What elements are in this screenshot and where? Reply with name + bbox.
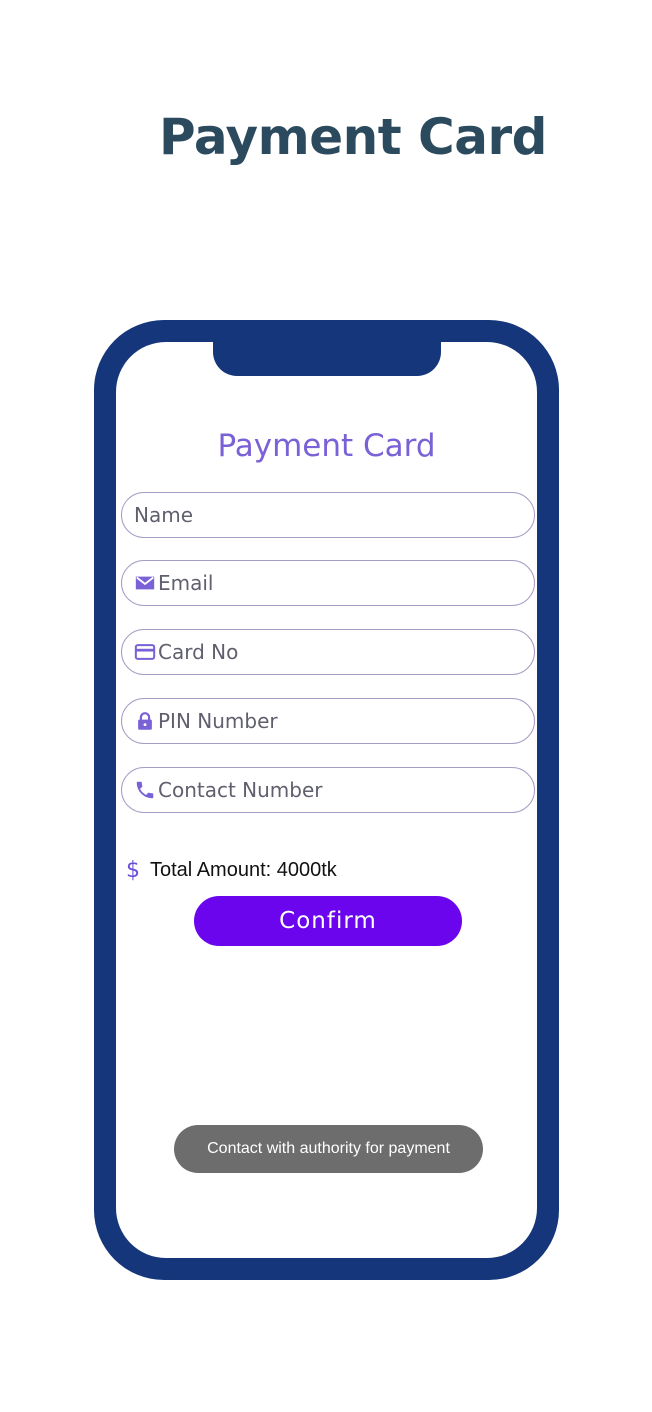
total-amount-label: Total Amount: 4000tk [150,859,337,881]
credit-card-icon [134,640,158,664]
name-placeholder: Name [134,503,194,527]
phone-screen: Payment Card Name Email Card No PIN Numb… [116,342,537,1258]
page-title: Payment Card [159,108,547,166]
pin-placeholder: PIN Number [158,709,278,733]
app-title: Payment Card [217,428,436,464]
mail-icon [134,571,158,595]
email-field[interactable]: Email [121,560,535,606]
confirm-button[interactable]: Confirm [194,896,462,946]
card-number-placeholder: Card No [158,640,239,664]
total-amount: $ Total Amount: 4000tk [126,858,337,883]
lock-icon [134,709,158,733]
dollar-icon: $ [126,858,140,883]
phone-notch [213,342,441,376]
contact-number-field[interactable]: Contact Number [121,767,535,813]
email-placeholder: Email [158,571,214,595]
phone-icon [134,778,158,802]
contact-number-placeholder: Contact Number [158,778,323,802]
toast-message: Contact with authority for payment [174,1125,483,1173]
card-number-field[interactable]: Card No [121,629,535,675]
pin-field[interactable]: PIN Number [121,698,535,744]
phone-frame: Payment Card Name Email Card No PIN Numb… [94,320,559,1280]
name-field[interactable]: Name [121,492,535,538]
